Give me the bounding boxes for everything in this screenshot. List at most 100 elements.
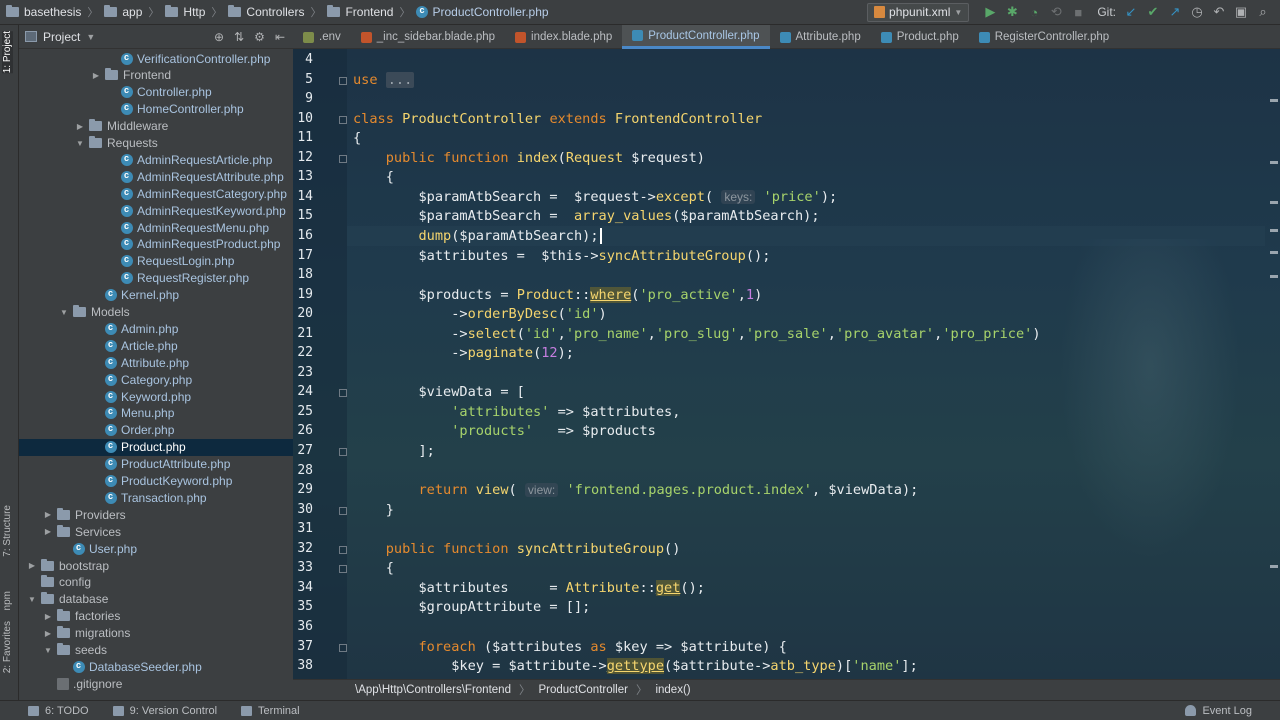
code-line[interactable]: ->orderByDesc('id') — [353, 304, 607, 324]
tree-item[interactable]: DatabaseSeeder.php — [19, 658, 293, 675]
code-line[interactable]: $attributes = Attribute::get(); — [353, 578, 705, 598]
tree-item[interactable]: Admin.php — [19, 320, 293, 337]
fold-toggle-icon[interactable] — [339, 76, 347, 85]
locate-icon[interactable]: ⊕ — [214, 30, 224, 44]
version-control-tool-button[interactable]: 9: Version Control — [112, 705, 217, 717]
collapsed-arrow-icon[interactable]: ▶ — [43, 629, 53, 638]
stripe-mark[interactable] — [1270, 99, 1278, 102]
expanded-arrow-icon[interactable]: ▼ — [43, 646, 53, 655]
code-line[interactable]: { — [353, 167, 394, 187]
tree-item[interactable]: Order.php — [19, 422, 293, 439]
history-icon[interactable]: ◷ — [1186, 1, 1208, 23]
collapsed-arrow-icon[interactable]: ▶ — [91, 71, 101, 80]
code-line[interactable]: public function syncAttributeGroup() — [353, 539, 681, 559]
git-update-icon[interactable]: ↙ — [1120, 1, 1142, 23]
coverage-icon[interactable]: ◔ — [1023, 1, 1045, 23]
editor-tab[interactable]: Attribute.php — [770, 25, 871, 49]
tab-npm[interactable]: npm — [2, 591, 13, 610]
tree-item[interactable]: Category.php — [19, 371, 293, 388]
tree-item[interactable]: ▶ Frontend — [19, 67, 293, 84]
tab-structure[interactable]: 7: Structure — [2, 505, 13, 557]
terminal-tool-button[interactable]: Terminal — [241, 705, 300, 717]
collapsed-arrow-icon[interactable]: ▶ — [75, 122, 85, 131]
tree-item[interactable]: Controller.php — [19, 84, 293, 101]
tree-item[interactable]: ▶ bootstrap — [19, 557, 293, 574]
stop-icon[interactable]: ■ — [1067, 1, 1089, 23]
code-line[interactable]: ]; — [353, 441, 434, 461]
tree-item[interactable]: Attribute.php — [19, 354, 293, 371]
fold-toggle-icon[interactable] — [339, 154, 347, 163]
tree-item[interactable]: RequestLogin.php — [19, 253, 293, 270]
tree-item[interactable]: Transaction.php — [19, 489, 293, 506]
expanded-arrow-icon[interactable]: ▼ — [75, 139, 85, 148]
fold-toggle-icon[interactable] — [339, 643, 347, 652]
code-editor[interactable]: 4 5 use ... 9 10 class ProductController exte… — [293, 49, 1280, 679]
tree-item[interactable]: Kernel.php — [19, 287, 293, 304]
tree-item[interactable]: ProductAttribute.php — [19, 456, 293, 473]
layout-icon[interactable]: ▣ — [1230, 1, 1252, 23]
project-panel-title[interactable]: Project — [43, 30, 80, 44]
code-line[interactable]: $products = Product::where('pro_active',… — [353, 285, 762, 305]
breadcrumb-item[interactable]: Controllers 〉 — [228, 4, 327, 20]
collapse-all-icon[interactable]: ⇅ — [234, 30, 244, 44]
tree-item[interactable]: AdminRequestArticle.php — [19, 151, 293, 168]
collapsed-arrow-icon[interactable]: ▶ — [43, 510, 53, 519]
code-line[interactable]: $paramAtbSearch = array_values($paramAtb… — [353, 206, 819, 226]
tree-item[interactable]: ▼ database — [19, 591, 293, 608]
code-line[interactable]: { — [353, 128, 361, 148]
tree-item[interactable]: HomeController.php — [19, 101, 293, 118]
tree-item[interactable]: Menu.php — [19, 405, 293, 422]
fold-toggle-icon[interactable] — [339, 565, 347, 574]
collapsed-arrow-icon[interactable]: ▶ — [43, 612, 53, 621]
tree-item[interactable]: ▶ factories — [19, 608, 293, 625]
code-line[interactable]: $viewData = [ — [353, 382, 524, 402]
tree-item[interactable]: AdminRequestKeyword.php — [19, 202, 293, 219]
tree-item[interactable]: ▶ Middleware — [19, 118, 293, 135]
event-log-button[interactable]: Event Log — [1185, 705, 1252, 717]
breadcrumb-item[interactable]: Frontend 〉 — [327, 4, 416, 20]
breadcrumb-namespace[interactable]: \App\Http\Controllers\Frontend — [355, 684, 511, 696]
error-stripe[interactable] — [1268, 99, 1280, 579]
breadcrumb-method[interactable]: index() — [655, 684, 690, 696]
tree-item[interactable]: VerificationController.php — [19, 50, 293, 67]
tree-item[interactable]: AdminRequestMenu.php — [19, 219, 293, 236]
code-line[interactable]: dump($paramAtbSearch); — [347, 225, 1265, 246]
expanded-arrow-icon[interactable]: ▼ — [27, 595, 37, 604]
tree-item[interactable]: RequestRegister.php — [19, 270, 293, 287]
tree-item[interactable]: ▼ Requests — [19, 135, 293, 152]
fold-toggle-icon[interactable] — [339, 545, 347, 554]
editor-tab[interactable]: index.blade.php — [505, 25, 622, 49]
code-line[interactable]: $groupAttribute = []; — [353, 597, 590, 617]
tree-item[interactable]: AdminRequestCategory.php — [19, 185, 293, 202]
code-line[interactable]: ->paginate(12); — [353, 343, 574, 363]
code-line[interactable]: { — [353, 558, 394, 578]
code-line[interactable]: public function index(Request $request) — [353, 148, 705, 168]
code-line[interactable]: 'products' => $products — [353, 421, 656, 441]
fold-toggle-icon[interactable] — [339, 115, 347, 124]
expanded-arrow-icon[interactable]: ▼ — [59, 308, 69, 317]
code-line[interactable]: foreach ($attributes as $key => $attribu… — [353, 637, 786, 657]
chevron-down-icon[interactable]: ▼ — [86, 32, 95, 42]
collapsed-arrow-icon[interactable]: ▶ — [27, 561, 37, 570]
editor-tab[interactable]: .env — [293, 25, 351, 49]
tab-favorites[interactable]: 2: Favorites — [2, 621, 13, 673]
code-line[interactable]: class ProductController extends Frontend… — [353, 109, 762, 129]
code-line[interactable]: use ... — [353, 70, 415, 90]
tree-item[interactable]: Product.php — [19, 438, 293, 456]
tree-item[interactable]: AdminRequestProduct.php — [19, 236, 293, 253]
editor-tab[interactable]: _inc_sidebar.blade.php — [351, 25, 505, 49]
tree-item[interactable]: ▼ seeds — [19, 642, 293, 659]
tab-project[interactable]: 1: Project — [2, 31, 13, 74]
hide-icon[interactable]: ⇤ — [275, 30, 285, 44]
stripe-mark[interactable] — [1270, 565, 1278, 568]
code-line[interactable]: $attributes = $this->syncAttributeGroup(… — [353, 246, 770, 266]
breadcrumb-item[interactable]: basethesis 〉 — [6, 4, 104, 20]
revert-icon[interactable]: ↶ — [1208, 1, 1230, 23]
tree-item[interactable]: Keyword.php — [19, 388, 293, 405]
code-line[interactable]: $key = $attribute->gettype($attribute->a… — [353, 656, 918, 676]
stripe-mark[interactable] — [1270, 201, 1278, 204]
editor-tab[interactable]: ProductController.php — [622, 25, 770, 49]
git-push-icon[interactable]: ↗ — [1164, 1, 1186, 23]
tree-item[interactable]: ▶ migrations — [19, 625, 293, 642]
breadcrumb-item[interactable]: Http 〉 — [165, 4, 228, 20]
